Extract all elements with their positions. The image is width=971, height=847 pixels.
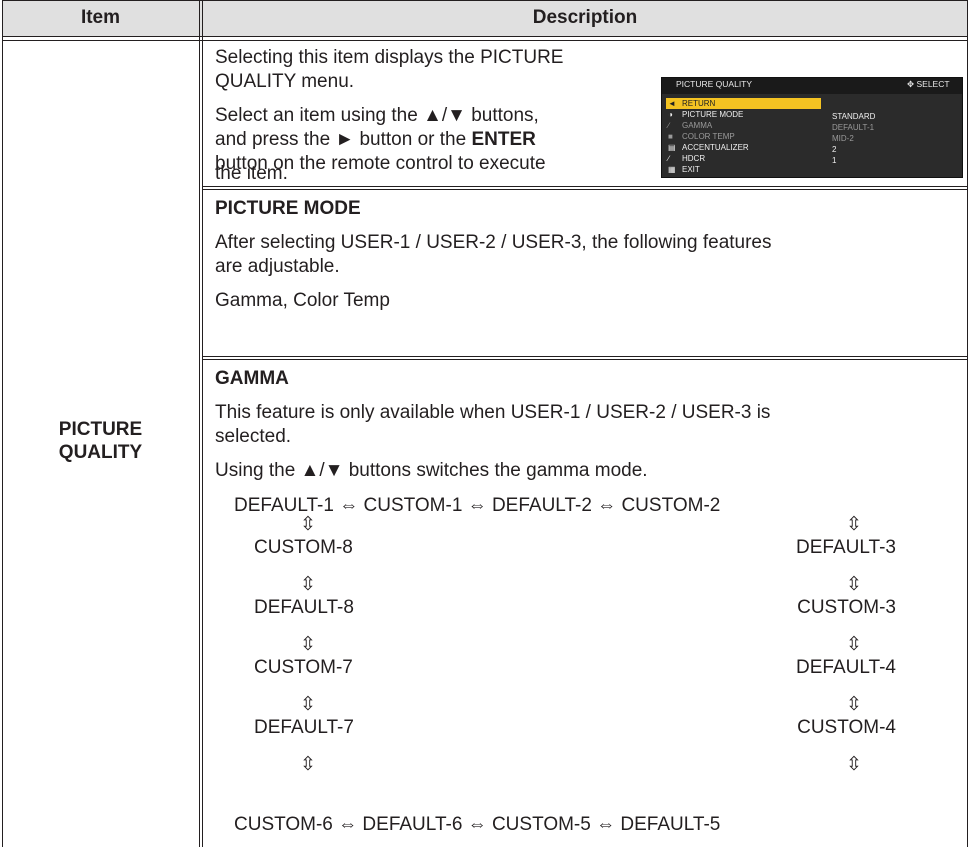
picture-mode-text-3: Gamma, Color Temp [215, 290, 390, 311]
item-label: PICTURE QUALITY [58, 419, 143, 463]
gamma-mode-right: CUSTOM-4 [797, 717, 896, 738]
gamma-mode-right: DEFAULT-4 [796, 657, 896, 678]
gamma-mode-left: CUSTOM-8 [254, 537, 353, 558]
picture-quality-menu-screenshot: PICTURE QUALITY ✥ SELECT ◄ RETURN ◑ PICTURE… [661, 77, 963, 178]
picture-mode-icon: ◑ [668, 110, 673, 119]
gamma-mode-left: DEFAULT-8 [254, 597, 354, 618]
menu-item-gamma[interactable]: ∕ GAMMA [666, 120, 821, 131]
intro-text-4: and press the ► button or the ENTER [215, 129, 536, 150]
menu-select-hint: ✥ SELECT [907, 79, 950, 89]
menu-items: ◄ RETURN ◑ PICTURE MODE ∕ GAMMA ■ COLOR TEMP ▤ AC… [666, 98, 821, 175]
menu-item-picture-mode[interactable]: ◑ PICTURE MODE [666, 109, 821, 120]
intro-text-3: Select an item using the ▲/▼ buttons, [215, 105, 539, 126]
return-icon: ◄ [668, 99, 676, 108]
picture-mode-text-2: are adjustable. [215, 256, 340, 277]
menu-item-label: HDCR [682, 154, 706, 163]
updown-arrow-icon: ⇳ [846, 694, 862, 715]
menu-value: MID-2 [832, 134, 854, 143]
menu-item-exit[interactable]: ▦ EXIT [666, 164, 821, 175]
menu-title: PICTURE QUALITY [676, 79, 753, 89]
updown-arrow-icon: ⇳ [846, 754, 862, 775]
picture-mode-heading: PICTURE MODE [215, 198, 361, 219]
hdcr-icon: ∕ [668, 154, 670, 163]
menu-title-bar: PICTURE QUALITY ✥ SELECT [662, 78, 962, 94]
picture-mode-text-1: After selecting USER-1 / USER-2 / USER-3… [215, 232, 772, 253]
updown-arrow-icon: ⇳ [300, 514, 316, 535]
updown-arrow-icon: ⇳ [300, 694, 316, 715]
gamma-mode-left: DEFAULT-7 [254, 717, 354, 738]
gamma-mode-left: CUSTOM-7 [254, 657, 353, 678]
intro-text-2: QUALITY menu. [215, 71, 355, 92]
updown-arrow-icon: ⇳ [300, 754, 316, 775]
gamma-cycle-bottom-row: CUSTOM-6 ⇔ DEFAULT-6 ⇔ CUSTOM-5 ⇔ DEFAUL… [234, 814, 721, 835]
updown-arrow-icon: ⇳ [846, 514, 862, 535]
menu-item-label: COLOR TEMP [682, 132, 735, 141]
gamma-icon: ∕ [668, 121, 670, 130]
gamma-text-1: This feature is only available when USER… [215, 402, 771, 423]
menu-item-return[interactable]: ◄ RETURN [666, 98, 821, 109]
menu-item-label: GAMMA [682, 121, 713, 130]
accentualizer-icon: ▤ [668, 143, 676, 152]
menu-item-color-temp[interactable]: ■ COLOR TEMP [666, 131, 821, 142]
gamma-mode-right: DEFAULT-3 [796, 537, 896, 558]
header-description: Description [532, 7, 638, 28]
menu-value: 1 [832, 156, 837, 165]
color-temp-icon: ■ [668, 132, 673, 141]
menu-value: 2 [832, 145, 837, 154]
gamma-text-3: Using the ▲/▼ buttons switches the gamma… [215, 460, 648, 481]
menu-item-label: EXIT [682, 165, 700, 174]
menu-item-label: PICTURE MODE [682, 110, 744, 119]
exit-icon: ▦ [668, 165, 676, 174]
menu-item-accentualizer[interactable]: ▤ ACCENTUALIZER [666, 142, 821, 153]
updown-arrow-icon: ⇳ [300, 634, 316, 655]
intro-text-6: the item. [215, 163, 288, 184]
updown-arrow-icon: ⇳ [846, 634, 862, 655]
intro-text-1: Selecting this item displays the PICTURE [215, 47, 564, 68]
menu-value: STANDARD [832, 112, 876, 121]
menu-item-label: RETURN [682, 99, 716, 108]
menu-values: STANDARD DEFAULT-1 MID-2 2 1 [822, 111, 958, 166]
menu-item-label: ACCENTUALIZER [682, 143, 749, 152]
header-item: Item [80, 7, 121, 28]
menu-value: DEFAULT-1 [832, 123, 875, 132]
gamma-heading: GAMMA [215, 368, 289, 389]
gamma-mode-right: CUSTOM-3 [797, 597, 896, 618]
menu-item-hdcr[interactable]: ∕ HDCR [666, 153, 821, 164]
updown-arrow-icon: ⇳ [300, 574, 316, 595]
gamma-text-2: selected. [215, 426, 292, 447]
updown-arrow-icon: ⇳ [846, 574, 862, 595]
